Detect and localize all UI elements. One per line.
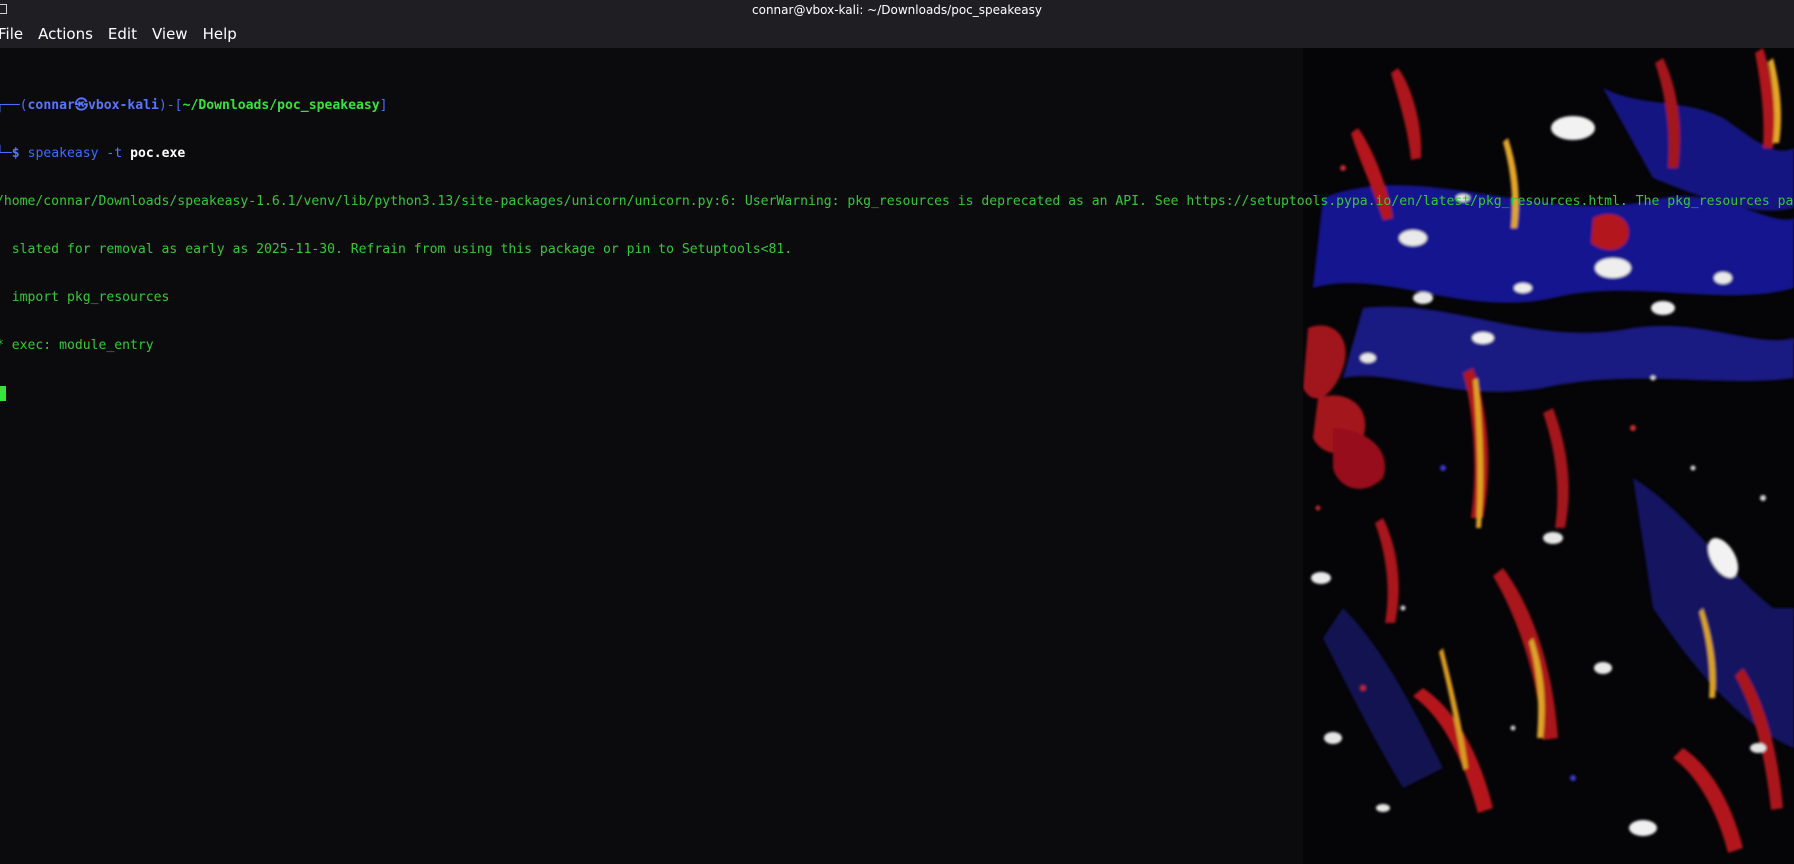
- output-line-3: import pkg_resources: [0, 290, 170, 305]
- prompt-host: vbox-kali: [87, 98, 159, 113]
- output-line-2: slated for removal as early as 2025-11-3…: [0, 242, 793, 257]
- window-title: connar@vbox-kali: ~/Downloads/poc_speake…: [752, 3, 1042, 17]
- cursor-line: [0, 386, 1794, 402]
- terminal-area[interactable]: ┌──(connar㉿vbox-kali)-[~/Downloads/poc_s…: [0, 48, 1794, 864]
- menu-bar: File Actions Edit View Help: [0, 20, 1794, 48]
- menu-view[interactable]: View: [152, 20, 196, 48]
- output-line-1: /home/connar/Downloads/speakeasy-1.6.1/v…: [0, 194, 1794, 209]
- terminal-output[interactable]: ┌──(connar㉿vbox-kali)-[~/Downloads/poc_s…: [0, 66, 1794, 434]
- command-file: poc.exe: [130, 146, 186, 161]
- text-cursor: [0, 386, 6, 401]
- window-icon[interactable]: [0, 4, 7, 14]
- prompt-at-symbol: ㉿: [74, 98, 88, 113]
- prompt-user: connar: [27, 98, 75, 113]
- prompt-close: ]: [379, 98, 388, 113]
- command-name: speakeasy: [27, 146, 99, 161]
- prompt-corner-bottom: └─: [0, 146, 12, 161]
- menu-actions[interactable]: Actions: [38, 20, 101, 48]
- prompt-mid: )-[: [158, 98, 183, 113]
- output-line-4: * exec: module_entry: [0, 338, 154, 353]
- menu-edit[interactable]: Edit: [108, 20, 145, 48]
- prompt-dollar: $: [11, 146, 20, 161]
- prompt-path: ~/Downloads/poc_speakeasy: [182, 98, 380, 113]
- terminal-window: connar@vbox-kali: ~/Downloads/poc_speake…: [0, 0, 1794, 864]
- menu-help[interactable]: Help: [203, 20, 245, 48]
- title-bar[interactable]: connar@vbox-kali: ~/Downloads/poc_speake…: [0, 0, 1794, 20]
- prompt-line-1: ┌──(connar㉿vbox-kali)-[~/Downloads/poc_s…: [0, 98, 1794, 114]
- prompt-line-2: └─$ speakeasy -t poc.exe: [0, 146, 1794, 162]
- command-flag: -t: [106, 146, 123, 161]
- prompt-corner-top: ┌──(: [0, 98, 28, 113]
- menu-file[interactable]: File: [0, 20, 31, 48]
